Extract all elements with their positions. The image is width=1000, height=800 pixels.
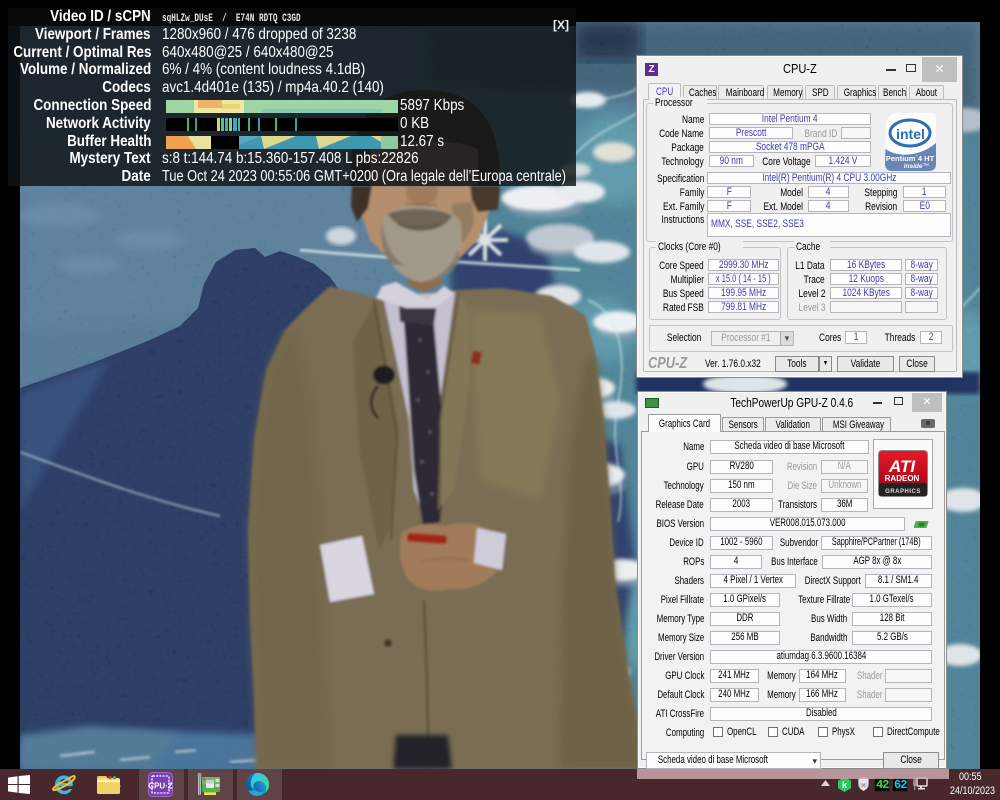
svg-text:inside™: inside™ bbox=[904, 163, 929, 170]
svg-text:Pentium´4 HT: Pentium´4 HT bbox=[886, 154, 935, 163]
svg-text:GRAPHICS: GRAPHICS bbox=[885, 489, 921, 495]
svg-text:✕: ✕ bbox=[861, 783, 867, 790]
svg-text:RADEON: RADEON bbox=[885, 474, 920, 483]
svg-text:intel: intel bbox=[896, 126, 925, 142]
svg-text:CPU·Z: CPU·Z bbox=[148, 782, 173, 791]
